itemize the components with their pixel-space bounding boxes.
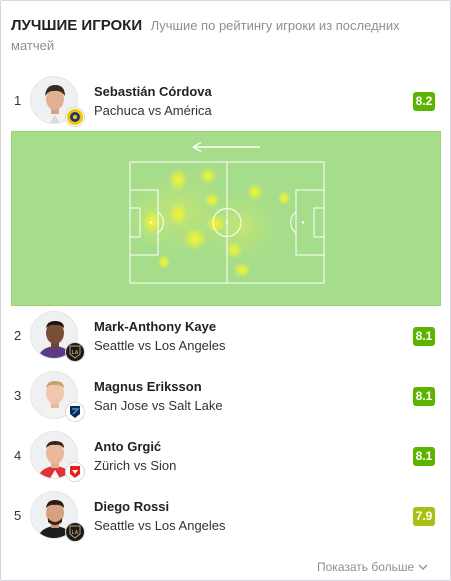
player-name[interactable]: Diego Rossi <box>94 499 169 514</box>
player-match: Seattle vs Los Angeles <box>94 518 226 533</box>
player-heatmap <box>11 131 441 306</box>
team-logo-icon <box>65 462 85 482</box>
player-name[interactable]: Sebastián Córdova <box>94 84 212 99</box>
player-rating-badge: 8.1 <box>413 387 435 406</box>
player-rank: 4 <box>14 448 22 463</box>
show-more-button[interactable]: Показать больше <box>317 560 428 574</box>
svg-text:LA: LA <box>72 350 79 356</box>
player-match: San Jose vs Salt Lake <box>94 398 223 413</box>
team-logo-icon: LA <box>65 342 85 362</box>
player-row[interactable]: 5 LA Diego Rossi Seattle vs Los Angeles … <box>1 486 450 546</box>
player-name[interactable]: Anto Grgić <box>94 439 161 454</box>
top-players-widget: ЛУЧШИЕ ИГРОКИ Лучшие по рейтингу игроки … <box>0 0 451 581</box>
player-match: Seattle vs Los Angeles <box>94 338 226 353</box>
player-row[interactable]: 4 Anto Grgić Zürich vs Sion 8.1 <box>1 426 450 486</box>
direction-arrow-icon <box>192 141 260 153</box>
player-row[interactable]: 1 Sebastián Córdova Pachuca vs América 8… <box>1 71 450 131</box>
player-rating-badge: 7.9 <box>413 507 435 526</box>
player-rating-badge: 8.1 <box>413 447 435 466</box>
team-logo-icon <box>65 402 85 422</box>
player-rank: 5 <box>14 508 22 523</box>
player-rank: 3 <box>14 388 22 403</box>
player-name[interactable]: Magnus Eriksson <box>94 379 202 394</box>
player-match: Pachuca vs América <box>94 103 212 118</box>
player-rating-badge: 8.2 <box>413 92 435 111</box>
player-row[interactable]: 2 LA Mark-Anthony Kaye Seattle vs Los An… <box>1 306 450 366</box>
widget-title: ЛУЧШИЕ ИГРОКИ <box>11 17 143 34</box>
svg-text:LA: LA <box>72 530 79 536</box>
player-rank: 2 <box>14 328 22 343</box>
chevron-down-icon <box>418 564 428 570</box>
team-logo-icon <box>65 107 85 127</box>
player-match: Zürich vs Sion <box>94 458 177 473</box>
player-rating-badge: 8.1 <box>413 327 435 346</box>
player-row[interactable]: 3 Magnus Eriksson San Jose vs Salt Lake … <box>1 366 450 426</box>
team-logo-icon: LA <box>65 522 85 542</box>
show-more-label[interactable]: Показать больше <box>317 560 414 574</box>
player-name[interactable]: Mark-Anthony Kaye <box>94 319 216 334</box>
player-rank: 1 <box>14 93 22 108</box>
widget-header: ЛУЧШИЕ ИГРОКИ Лучшие по рейтингу игроки … <box>11 16 431 56</box>
